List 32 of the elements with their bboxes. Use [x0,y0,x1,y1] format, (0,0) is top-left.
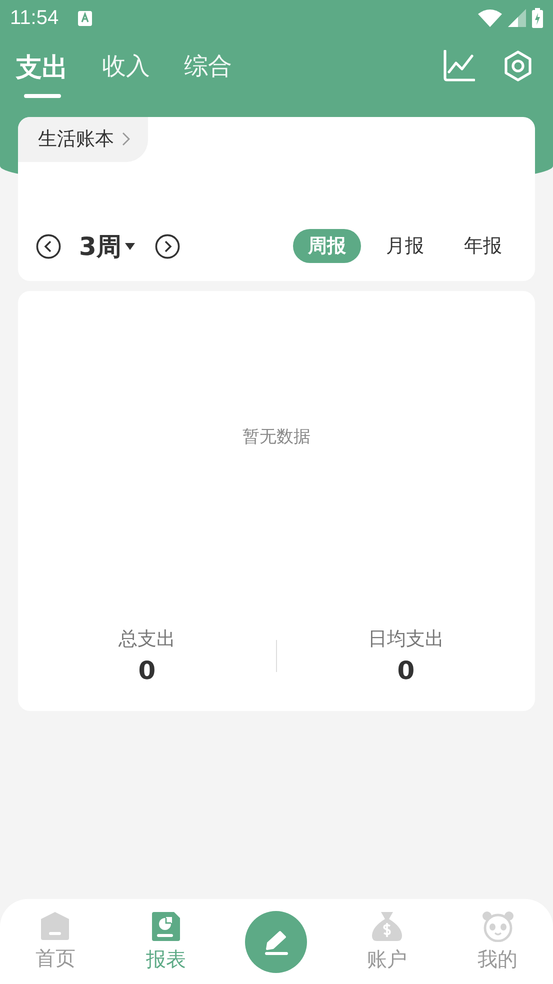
next-icon[interactable] [155,234,180,258]
nav-tab[interactable]: 账户 [332,910,442,972]
nav-tab[interactable]: 报表 [110,910,222,972]
report-icon [150,910,181,942]
stat-value: 0 [397,656,415,685]
money-bag-icon [371,910,404,942]
nav-tab[interactable]: 我的 [442,910,553,972]
stat-label: 日均支出 [368,627,444,652]
book-selector[interactable]: 生活账本 [18,117,148,162]
nav-tab[interactable]: 首页 [0,911,111,972]
period-label[interactable]: 3周 [79,230,122,262]
line-chart-icon[interactable] [443,50,475,82]
stat-value: 0 [138,656,156,685]
stat-label: 总支出 [118,627,176,652]
settings-icon[interactable] [503,50,533,82]
header-tab[interactable]: 收入 [102,50,150,82]
wifi-icon [478,9,502,27]
empty-message: 暂无数据 [242,426,312,448]
house-icon [40,911,70,941]
chevron-right-icon [122,132,130,146]
report-tab[interactable]: 周报 [293,229,361,263]
report-tab[interactable]: 年报 [449,229,517,263]
caret-down-icon[interactable] [125,242,136,250]
battery-icon [532,8,543,28]
report-tab[interactable]: 月报 [371,229,439,263]
header-tab[interactable]: 综合 [184,50,232,82]
header-tab[interactable]: 支出 [16,50,68,98]
panda-icon [482,910,514,942]
pencil-icon [263,928,290,954]
signal-icon [508,9,526,27]
status-time: 11:54 [10,6,59,30]
previous-icon[interactable] [36,234,61,258]
